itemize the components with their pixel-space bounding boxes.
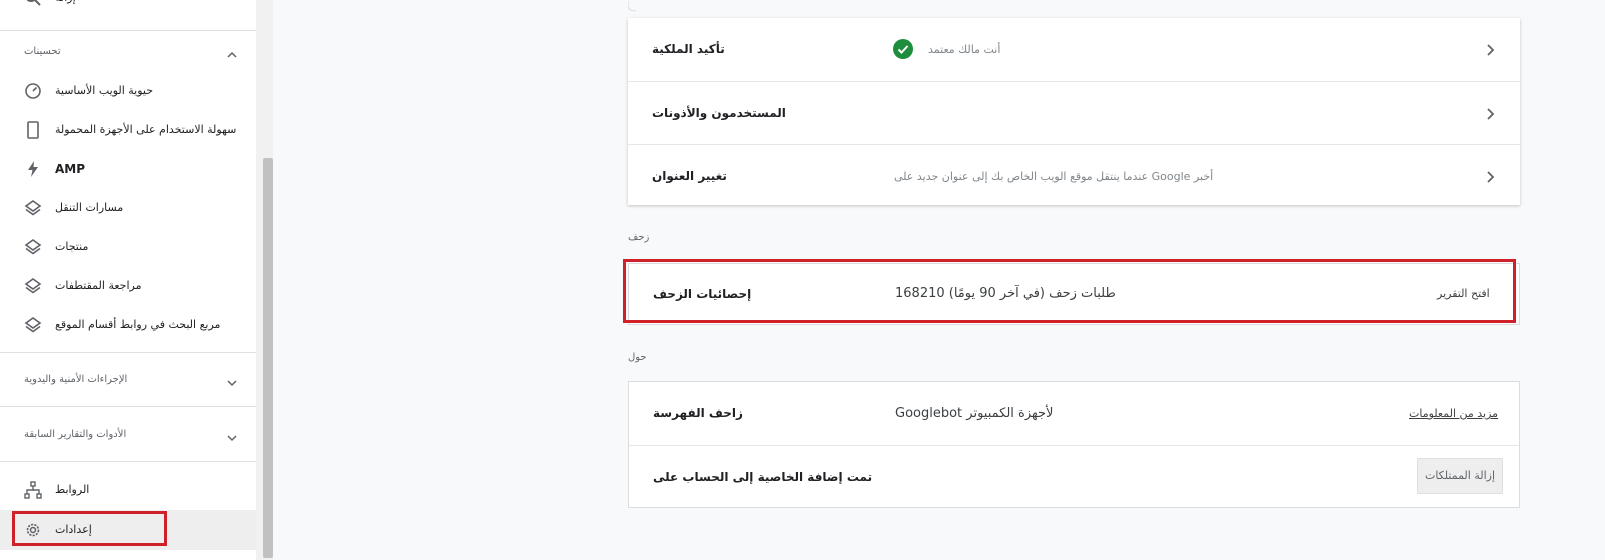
layers-icon — [24, 238, 42, 256]
sidebar-item-label: مسارات التنقل — [55, 201, 124, 214]
section-label: الأدوات والتقارير السابقة — [24, 429, 127, 440]
row-ownership-verification[interactable]: تأكيد الملكية أنت مالك معتمد — [628, 18, 1520, 81]
sidebar-item-removals[interactable]: إزالة — [0, 0, 256, 18]
sidebar-item-amp[interactable]: AMP — [0, 149, 256, 189]
row-title: المستخدمون والأذونات — [652, 106, 786, 120]
sidebar-item-label: AMP — [55, 162, 86, 176]
sidebar-item-links[interactable]: الروابط — [0, 470, 256, 510]
sidebar-item-sitelinks-searchbox[interactable]: مربع البحث في روابط أقسام الموقع — [0, 305, 256, 345]
sidebar-item-breadcrumbs[interactable]: مسارات التنقل — [0, 188, 256, 228]
chevron-right-icon — [1483, 42, 1497, 56]
layers-icon — [24, 199, 42, 217]
row-property-added: تمت إضافة الخاصية إلى الحساب على إزالة ا… — [629, 445, 1519, 509]
layers-icon — [24, 316, 42, 334]
sidebar-item-review-snippets[interactable]: مراجعة المقتطفات — [0, 266, 256, 306]
highlight-box-crawl-stats — [623, 259, 1516, 323]
row-users-permissions[interactable]: المستخدمون والأذونات — [628, 81, 1520, 145]
chevron-down-icon — [226, 429, 238, 442]
divider — [0, 30, 256, 31]
section-header-security-manual-actions[interactable]: الإجراءات الأمنية واليدوية — [0, 360, 256, 400]
divider — [0, 352, 256, 353]
speedometer-icon — [24, 82, 42, 100]
chevron-right-icon — [1483, 169, 1497, 183]
section-header-enhancements[interactable]: تحسينات — [0, 32, 256, 72]
sidebar-item-label: الروابط — [55, 483, 90, 496]
chevron-right-icon — [1483, 106, 1497, 120]
more-info-link[interactable]: مزيد من المعلومات — [1409, 382, 1498, 445]
divider — [0, 461, 256, 462]
sidebar-item-mobile-usability[interactable]: سهولة الاستخدام على الأجهزة المحمولة — [0, 110, 256, 150]
section-label: الإجراءات الأمنية واليدوية — [24, 374, 128, 385]
row-title: زاحف الفهرسة — [653, 406, 743, 420]
sidebar-scrollbar-thumb[interactable] — [263, 158, 273, 558]
sitemap-icon — [24, 481, 42, 499]
section-label-crawl: زحف — [628, 232, 650, 243]
lightning-bolt-icon — [24, 160, 42, 178]
layers-icon — [24, 277, 42, 295]
section-header-legacy-tools[interactable]: الأدوات والتقارير السابقة — [0, 415, 256, 455]
sidebar-item-label: مربع البحث في روابط أقسام الموقع — [55, 318, 221, 331]
removals-icon — [24, 0, 42, 7]
row-description: Googlebot لأجهزة الكمبيوتر — [895, 406, 1054, 421]
row-title: تمت إضافة الخاصية إلى الحساب على — [653, 470, 873, 484]
about-card: زاحف الفهرسة Googlebot لأجهزة الكمبيوتر … — [628, 381, 1520, 508]
highlight-box-settings — [12, 511, 167, 546]
row-title: تغيير العنوان — [652, 169, 727, 183]
sidebar-nav: إزالة تحسينات حيوية الويب الأساسية سهولة… — [0, 0, 256, 560]
chevron-down-icon — [226, 374, 238, 387]
mobile-phone-icon — [24, 121, 42, 139]
sidebar-item-label: مراجعة المقتطفات — [55, 279, 142, 292]
divider — [0, 406, 256, 407]
row-indexing-crawler: زاحف الفهرسة Googlebot لأجهزة الكمبيوتر … — [629, 382, 1519, 445]
check-circle-icon — [893, 39, 913, 59]
sidebar-item-label: حيوية الويب الأساسية — [55, 84, 154, 97]
sidebar-item-label: منتجات — [55, 240, 89, 253]
partial-card-edge — [627, 0, 1520, 14]
row-change-address[interactable]: تغيير العنوان عندما ينتقل موقع الويب الخ… — [628, 144, 1520, 208]
sidebar-item-products[interactable]: منتجات — [0, 227, 256, 267]
sidebar-item-core-web-vitals[interactable]: حيوية الويب الأساسية — [0, 71, 256, 111]
general-settings-card: تأكيد الملكية أنت مالك معتمد المستخدمون … — [628, 18, 1520, 205]
row-title: تأكيد الملكية — [652, 42, 725, 56]
sidebar-item-label: سهولة الاستخدام على الأجهزة المحمولة — [55, 123, 237, 136]
row-description: أنت مالك معتمد — [928, 43, 1001, 56]
chevron-up-icon — [226, 46, 238, 58]
remove-property-button[interactable]: إزالة الممتلكات — [1417, 458, 1503, 494]
section-label: تحسينات — [24, 46, 61, 57]
row-description: عندما ينتقل موقع الويب الخاص بك إلى عنوا… — [894, 170, 1214, 183]
section-label-about: حول — [628, 352, 647, 363]
sidebar-item-label: إزالة — [55, 0, 76, 18]
